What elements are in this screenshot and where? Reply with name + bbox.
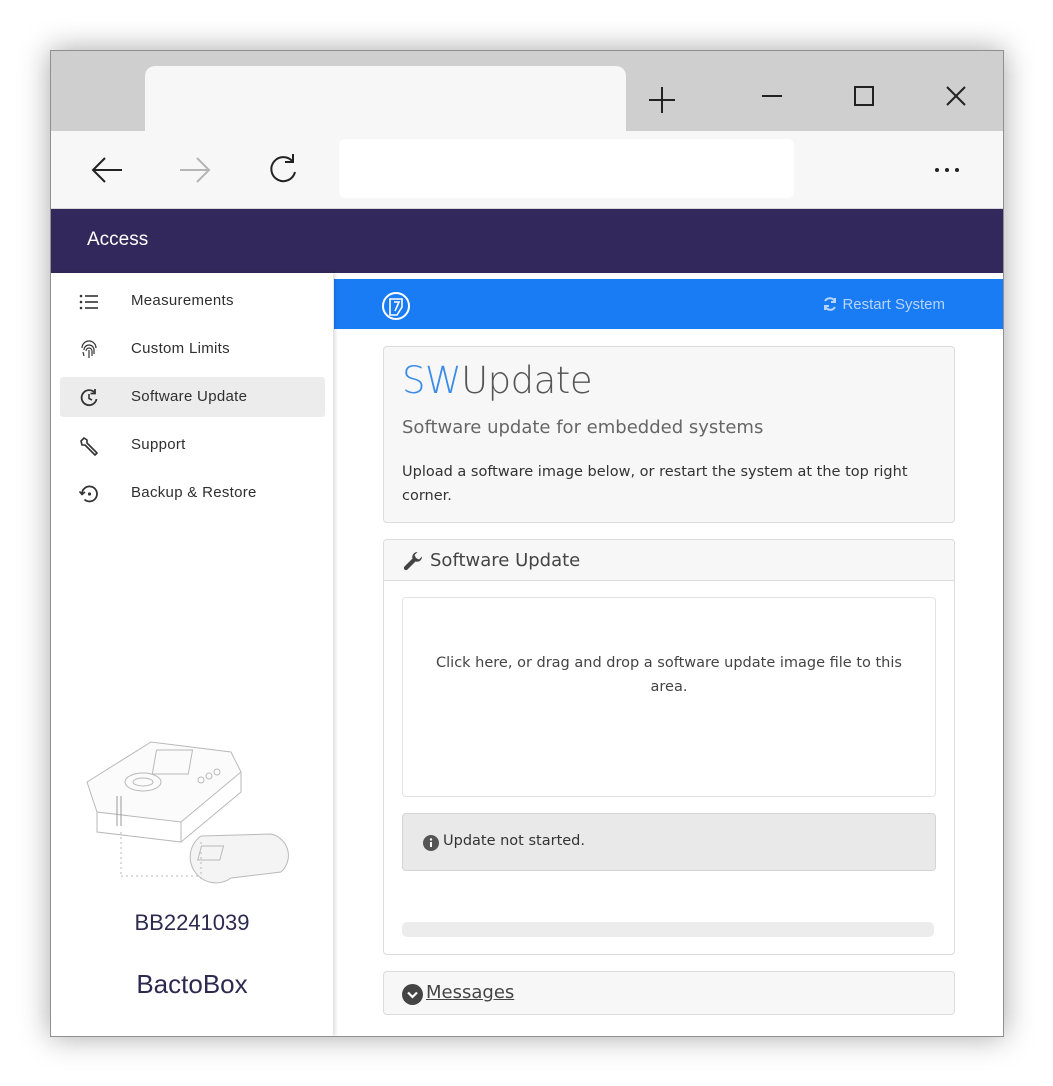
- restart-system-label: Restart System: [842, 296, 945, 313]
- file-dropzone[interactable]: Click here, or drag and drop a software …: [402, 597, 936, 797]
- sidebar-item-backup-restore[interactable]: Backup & Restore: [60, 473, 325, 513]
- reload-icon[interactable]: [263, 150, 303, 190]
- sidebar-item-label: Support: [131, 436, 186, 453]
- progress-bar: [402, 922, 934, 937]
- sidebar-item-label: Backup & Restore: [131, 484, 257, 501]
- maximize-icon[interactable]: [847, 79, 881, 113]
- chevron-down-icon: [402, 984, 423, 1005]
- intro-card: SWUpdate Software update for embedded sy…: [383, 346, 955, 523]
- dropzone-text: Click here, or drag and drop a software …: [436, 655, 902, 695]
- navigation-bar: [51, 131, 1003, 209]
- status-text: Update not started.: [443, 833, 585, 849]
- new-tab-icon[interactable]: [643, 81, 681, 119]
- sidebar-item-label: Custom Limits: [131, 340, 230, 357]
- sidebar-item-label: Measurements: [131, 292, 234, 309]
- sidebar-item-custom-limits[interactable]: Custom Limits: [60, 329, 325, 369]
- fingerprint-icon: [81, 340, 97, 358]
- wrench-icon: [403, 551, 423, 571]
- sidebar-item-label: Software Update: [131, 388, 248, 405]
- forward-arrow-icon[interactable]: [175, 150, 215, 190]
- address-bar[interactable]: [339, 139, 794, 198]
- sidebar-item-software-update[interactable]: Software Update: [60, 377, 325, 417]
- title-bar: [51, 51, 1003, 131]
- sidebar: Measurements Custom Limits Software Upda…: [51, 273, 333, 1036]
- list-icon: [79, 294, 98, 310]
- update-icon: [80, 389, 98, 407]
- sidebar-item-measurements[interactable]: Measurements: [60, 281, 325, 321]
- app-title[interactable]: Access: [87, 229, 148, 251]
- restore-icon: [78, 485, 98, 503]
- swupdate-logo-icon: [382, 292, 410, 320]
- browser-tab[interactable]: [145, 66, 626, 131]
- software-update-panel: Software Update Click here, or drag and …: [383, 539, 955, 955]
- wrench-icon: [80, 437, 98, 456]
- intro-text: Upload a software image below, or restar…: [402, 464, 908, 504]
- minimize-icon[interactable]: [755, 79, 789, 113]
- top-toolbar: Restart System: [334, 279, 1003, 329]
- product-name: BactoBox: [136, 969, 248, 999]
- page-subtitle: Software update for embedded systems: [402, 417, 764, 438]
- panel-title: Software Update: [430, 550, 581, 571]
- app-header: Access: [51, 209, 1003, 273]
- sidebar-item-support[interactable]: Support: [60, 425, 325, 465]
- restart-system-button[interactable]: Restart System: [822, 296, 945, 313]
- more-options-icon[interactable]: [927, 150, 967, 190]
- device-serial: BB2241039: [134, 910, 250, 935]
- refresh-icon: [824, 297, 837, 311]
- info-icon: [423, 835, 439, 851]
- status-box: Update not started.: [402, 813, 936, 871]
- messages-link[interactable]: Messages: [426, 982, 514, 1003]
- panel-header: Software Update: [384, 540, 954, 581]
- device-illustration: [86, 741, 289, 884]
- page-title: SWUpdate: [402, 359, 593, 402]
- close-icon[interactable]: [939, 79, 973, 113]
- browser-window: Access Measurements Custom Limits Softwa…: [50, 50, 1004, 1037]
- messages-toggle[interactable]: Messages: [383, 971, 955, 1015]
- back-arrow-icon[interactable]: [87, 150, 127, 190]
- main-content: Restart System SWUpdate Software update …: [334, 273, 1003, 1036]
